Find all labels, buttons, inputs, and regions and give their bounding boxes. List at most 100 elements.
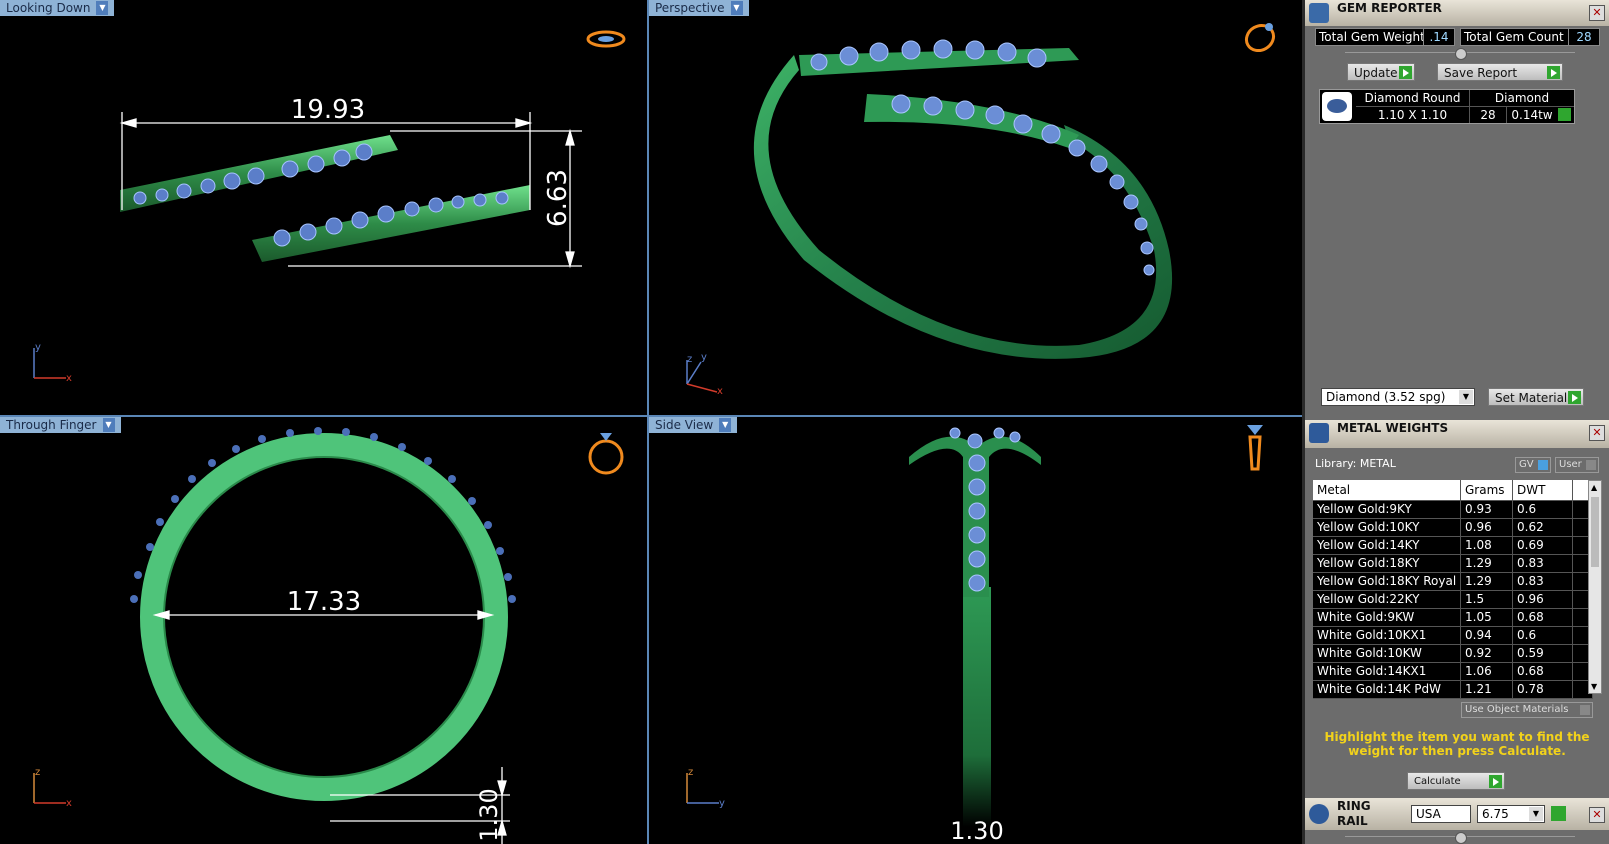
table-row[interactable]: Yellow Gold:10KY 0.96 0.62	[1313, 519, 1593, 537]
chevron-down-icon[interactable]: ▼	[1591, 682, 1597, 691]
side-panel: GEM REPORTER ✕ Total Gem Weight .14 Tota…	[1305, 0, 1609, 844]
diamond-round-icon	[1322, 92, 1352, 121]
metal-grams: 1.29	[1461, 555, 1513, 572]
gem-reporter-title: GEM REPORTER	[1337, 1, 1442, 15]
gem-type: Diamond	[1470, 90, 1574, 107]
gem-weight: 0.14tw	[1511, 108, 1553, 122]
chevron-up-icon[interactable]: ▲	[1591, 483, 1597, 492]
metal-dwt: 0.68	[1513, 663, 1573, 680]
metal-grams: 1.05	[1461, 609, 1513, 626]
metal-weights-icon	[1309, 423, 1329, 443]
view-cube-ring-icon	[1247, 425, 1263, 471]
close-icon[interactable]: ✕	[1589, 807, 1605, 823]
gv-toggle[interactable]: GV	[1515, 457, 1551, 473]
svg-text:x: x	[66, 373, 72, 384]
ring-perspective-render: z y x	[686, 23, 1276, 397]
ring-side-render: 1.30 z y	[686, 425, 1263, 844]
calculate-button[interactable]: Calculate	[1407, 772, 1505, 790]
table-row[interactable]: Yellow Gold:18KY 1.29 0.83	[1313, 555, 1593, 573]
gem-count: 28	[1470, 107, 1507, 123]
view-cube-ring-icon	[586, 30, 626, 48]
gem-reporter-icon	[1309, 3, 1329, 23]
total-gem-weight-value: .14	[1423, 28, 1455, 46]
update-button[interactable]: Update	[1347, 63, 1415, 81]
metal-dwt: 0.59	[1513, 645, 1573, 662]
use-object-materials-toggle[interactable]: Use Object Materials	[1461, 702, 1593, 718]
metal-grams: 1.29	[1461, 573, 1513, 590]
svg-text:y: y	[719, 798, 725, 809]
svg-text:y: y	[701, 352, 707, 363]
ring-top-render: 19.93 6.63 y x	[33, 30, 626, 384]
gem-row[interactable]: Diamond Round 1.10 X 1.10 Diamond 28 0.1…	[1319, 89, 1575, 124]
viewport-side-view[interactable]: Side View ▼ 1.30 z y	[649, 417, 1302, 844]
metal-dwt: 0.6	[1513, 501, 1573, 518]
metal-name: Yellow Gold:14KY	[1313, 537, 1461, 554]
total-gem-count-value: 28	[1568, 28, 1600, 46]
viewport-divider-horizontal[interactable]	[0, 415, 1302, 417]
metal-grams: 1.08	[1461, 537, 1513, 554]
play-icon[interactable]	[1551, 806, 1566, 821]
user-toggle[interactable]: User	[1555, 457, 1599, 473]
viewport-looking-down[interactable]: Looking Down ▼ 19.93 6.63 y x	[0, 0, 647, 415]
metal-dwt: 0.69	[1513, 537, 1573, 554]
metal-grams: 1.5	[1461, 591, 1513, 608]
metal-table-scrollbar[interactable]: ▲ ▼	[1588, 480, 1602, 694]
table-row[interactable]: Yellow Gold:22KY 1.5 0.96	[1313, 591, 1593, 609]
ring-size-region-field[interactable]: USA	[1411, 805, 1471, 823]
table-row[interactable]: Yellow Gold:18KY Royal 1.29 0.83	[1313, 573, 1593, 591]
gem-size: 1.10 X 1.10	[1356, 107, 1470, 123]
table-row[interactable]: Yellow Gold:14KY 1.08 0.69	[1313, 537, 1593, 555]
metal-dwt: 0.62	[1513, 519, 1573, 536]
viewport-perspective[interactable]: Perspective ▼ z y x	[649, 0, 1302, 415]
metal-name: Yellow Gold:18KY Royal	[1313, 573, 1461, 590]
axis-triad-icon: z y x	[686, 352, 723, 397]
metal-name: Yellow Gold:18KY	[1313, 555, 1461, 572]
metal-name: Yellow Gold:10KY	[1313, 519, 1461, 536]
gem-reporter-header: GEM REPORTER ✕	[1305, 0, 1609, 26]
play-icon[interactable]	[1558, 108, 1571, 121]
table-row[interactable]: White Gold:14K PdW 1.21 0.78	[1313, 681, 1593, 699]
close-icon[interactable]: ✕	[1589, 5, 1605, 21]
gem-reporter-slider-handle[interactable]	[1455, 48, 1467, 60]
svg-text:z: z	[35, 767, 40, 778]
table-header: Metal Grams DWT	[1313, 480, 1593, 501]
svg-text:x: x	[66, 798, 72, 809]
dimension-width-label: 19.93	[291, 95, 365, 125]
table-row[interactable]: White Gold:9KW 1.05 0.68	[1313, 609, 1593, 627]
play-icon	[1399, 66, 1412, 79]
metal-dwt: 0.83	[1513, 555, 1573, 572]
ring-size-select[interactable]: 6.75 ▼	[1477, 805, 1545, 823]
table-row[interactable]: White Gold:14KX1 1.06 0.68	[1313, 663, 1593, 681]
table-row[interactable]: White Gold:10KX1 0.94 0.6	[1313, 627, 1593, 645]
svg-text:z: z	[688, 767, 693, 778]
svg-text:z: z	[687, 354, 692, 365]
save-report-button[interactable]: Save Report	[1437, 63, 1563, 81]
set-material-button[interactable]: Set Material	[1488, 388, 1584, 406]
close-icon[interactable]: ✕	[1589, 425, 1605, 441]
svg-text:x: x	[717, 386, 723, 397]
play-icon	[1489, 775, 1502, 788]
metal-dwt: 0.6	[1513, 627, 1573, 644]
metal-name: White Gold:10KW	[1313, 645, 1461, 662]
table-row[interactable]: White Gold:10KW 0.92 0.59	[1313, 645, 1593, 663]
view-cube-ring-icon	[1244, 23, 1276, 53]
ring-rail-icon	[1309, 804, 1329, 824]
ring-front-render: 17.33 1.30 z x	[33, 427, 624, 844]
axis-triad-icon: y x	[33, 342, 72, 384]
metal-name: White Gold:10KX1	[1313, 627, 1461, 644]
view-cube-ring-icon	[588, 433, 624, 475]
dimension-thickness-label: 1.30	[475, 788, 503, 841]
material-select[interactable]: Diamond (3.52 spg) ▼	[1321, 388, 1475, 406]
scrollbar-thumb[interactable]	[1591, 497, 1599, 567]
metal-grams: 1.21	[1461, 681, 1513, 698]
play-icon	[1547, 66, 1560, 79]
metal-weights-header: METAL WEIGHTS ✕	[1305, 420, 1609, 448]
viewport-divider-vertical[interactable]	[647, 0, 649, 844]
metal-dwt: 0.68	[1513, 609, 1573, 626]
metal-name: White Gold:14K PdW	[1313, 681, 1461, 698]
viewport-through-finger[interactable]: Through Finger ▼ 17.33 1.30 z x	[0, 417, 647, 844]
table-row[interactable]: Yellow Gold:9KY 0.93 0.6	[1313, 501, 1593, 519]
ring-rail-slider-handle[interactable]	[1455, 832, 1467, 844]
chevron-down-icon: ▼	[1459, 390, 1473, 404]
metal-name: Yellow Gold:22KY	[1313, 591, 1461, 608]
